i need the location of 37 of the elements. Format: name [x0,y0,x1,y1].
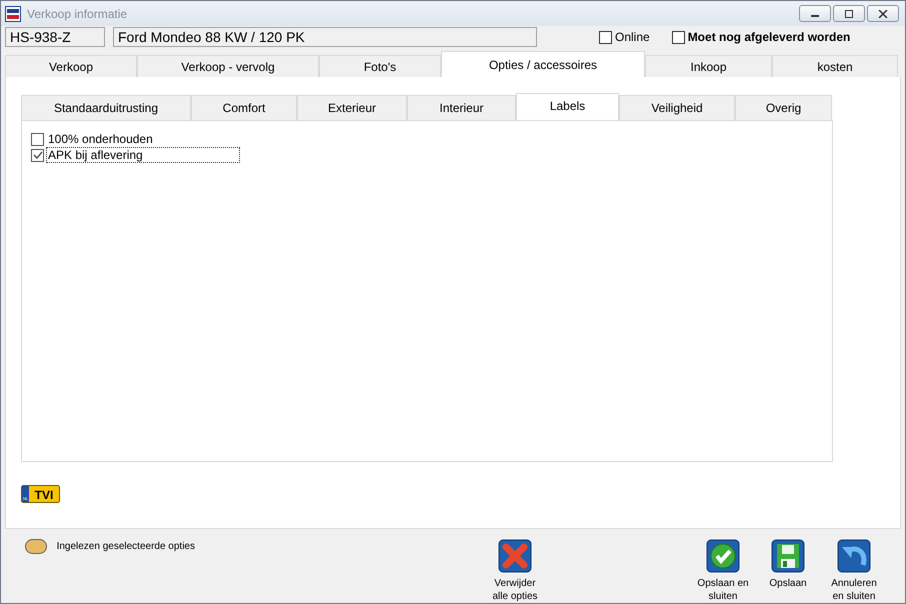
tab[interactable]: Veiligheid [619,95,735,120]
window-title: Verkoop informatie [27,6,128,21]
tab[interactable]: Labels [516,93,619,120]
option-label: 100% onderhouden [47,131,154,147]
minimize-button[interactable] [799,5,831,22]
checkmark-icon [706,539,740,573]
maximize-icon [844,10,854,18]
option-label: APK bij aflevering [46,147,240,163]
delete-button[interactable]: Verwijder alle opties [489,539,541,603]
save-close-button[interactable]: Opslaan en sluiten [694,539,752,603]
tab[interactable]: Opties / accessoires [441,51,645,77]
tab[interactable]: kosten [772,55,898,77]
checkbox[interactable] [31,148,44,162]
delete-x-icon [498,539,532,573]
tab[interactable]: Exterieur [297,95,407,120]
app-logo-icon [5,6,21,22]
checkbox-label: Online [615,30,650,44]
checkbox[interactable] [31,132,44,146]
description-field[interactable]: Ford Mondeo 88 KW / 120 PK [113,27,537,48]
save-button[interactable]: Opslaan [763,539,813,590]
checkbox[interactable] [599,30,612,44]
tab[interactable]: Interieur [407,95,516,120]
tab[interactable]: Verkoop - vervolg [137,55,319,77]
close-icon [878,10,888,18]
maximize-button[interactable] [833,5,865,22]
legend-label: Ingelezen geselecteerde opties [56,541,195,552]
plate-field[interactable]: HS-938-Z [5,27,105,48]
tab[interactable]: Overig [735,95,832,120]
cancel-button[interactable]: Annuleren en sluiten [826,539,882,603]
tab[interactable]: Verkoop [5,55,137,77]
tab[interactable]: Standaarduitrusting [21,95,191,120]
tab[interactable]: Foto's [319,55,441,77]
tab[interactable]: Inkoop [645,55,772,77]
close-button[interactable] [867,5,899,22]
checkbox-label: Moet nog afgeleverd worden [688,30,850,44]
tab[interactable]: Comfort [191,95,297,120]
checkbox[interactable] [672,30,685,44]
